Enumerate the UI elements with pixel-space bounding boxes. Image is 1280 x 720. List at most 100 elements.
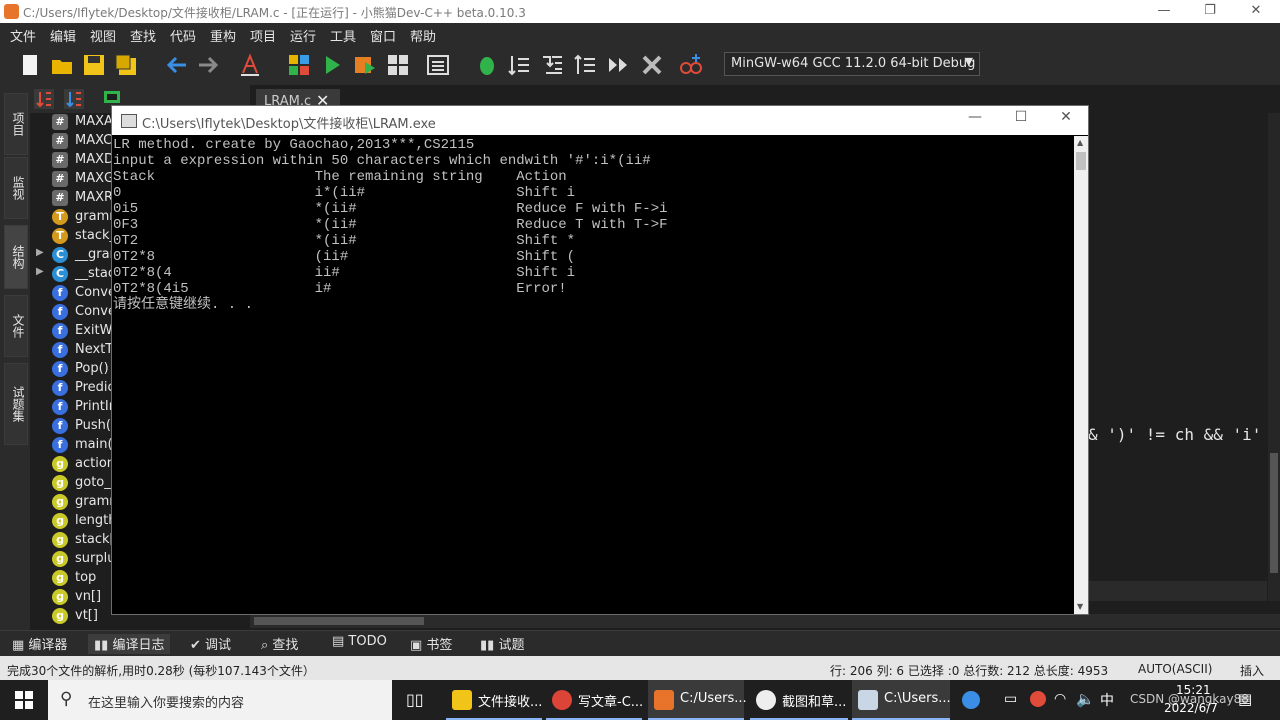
- forward-arrow-icon[interactable]: [197, 53, 221, 77]
- console-scrollbar[interactable]: ▲ ▼: [1074, 136, 1088, 614]
- taskbar-item-devcpp[interactable]: C:/Users...: [648, 680, 747, 720]
- minimize-button[interactable]: —: [1141, 0, 1187, 23]
- wifi-icon[interactable]: ◠: [1054, 691, 1066, 707]
- menu-file[interactable]: 文件: [10, 26, 36, 45]
- editor-vertical-scrollbar[interactable]: [1268, 113, 1280, 601]
- symbol-kind-icon: C: [52, 266, 68, 282]
- tab-structure[interactable]: 结构: [4, 225, 28, 289]
- tab-problem-set[interactable]: 试题集: [4, 363, 28, 445]
- compiler-select[interactable]: MinGW-w64 GCC 11.2.0 64-bit Debug ▼: [724, 52, 980, 76]
- tab-label: 查找: [272, 638, 299, 653]
- no-entry-icon[interactable]: [1030, 691, 1046, 707]
- menu-code[interactable]: 代码: [170, 26, 196, 45]
- tab-bookmarks[interactable]: ▣ 书签: [404, 634, 458, 654]
- step-out-icon[interactable]: [573, 53, 597, 77]
- notification-icon[interactable]: ▤: [1238, 690, 1252, 708]
- back-arrow-icon[interactable]: [164, 53, 188, 77]
- tray-app-icon[interactable]: [962, 691, 980, 709]
- menu-tools[interactable]: 工具: [330, 26, 356, 45]
- bar-chart-icon: ▮▮: [480, 638, 499, 653]
- console-window[interactable]: C:\Users\Iflytek\Desktop\文件接收柜\LRAM.exe …: [111, 105, 1089, 615]
- sort-type-icon[interactable]: [64, 89, 84, 109]
- console-icon: [858, 690, 878, 710]
- grid-icon: ▦: [12, 638, 29, 653]
- tab-files[interactable]: 文件: [4, 295, 28, 357]
- format-text-icon[interactable]: [238, 53, 262, 77]
- list-icon: ▤: [332, 634, 349, 649]
- taskbar-item-label: 截图和草...: [782, 695, 847, 710]
- stop-debug-icon[interactable]: [640, 53, 664, 77]
- compile-run-icon[interactable]: [353, 53, 377, 77]
- symbol-kind-icon: f: [52, 323, 68, 339]
- tab-label: 编译器: [28, 638, 68, 653]
- console-line: Stack The remaining string Action: [113, 169, 567, 185]
- menu-project[interactable]: 项目: [250, 26, 276, 45]
- console-maximize-button[interactable]: ☐: [998, 109, 1044, 131]
- options-window-icon[interactable]: [426, 53, 450, 77]
- tab-watch[interactable]: 监视: [4, 157, 28, 219]
- step-into-icon[interactable]: [540, 53, 564, 77]
- taskbar-item-chrome[interactable]: 写文章-C...: [546, 680, 643, 720]
- debug-bug-icon[interactable]: [475, 53, 499, 77]
- menu-help[interactable]: 帮助: [410, 26, 436, 45]
- windows-start-icon[interactable]: [15, 691, 33, 709]
- symbol-kind-icon: f: [52, 437, 68, 453]
- console-title: C:\Users\Iflytek\Desktop\文件接收柜\LRAM.exe: [142, 117, 436, 132]
- console-minimize-button[interactable]: —: [952, 109, 998, 131]
- console-close-button[interactable]: ✕: [1044, 109, 1088, 131]
- tab-problems[interactable]: ▮▮ 试题: [474, 634, 530, 654]
- chevron-right-icon[interactable]: ▶: [36, 247, 44, 258]
- symbol-kind-icon: C: [52, 247, 68, 263]
- file-encoding[interactable]: AUTO(ASCII): [1138, 662, 1212, 676]
- rebuild-icon[interactable]: [386, 53, 410, 77]
- browser-horizontal-scrollbar[interactable]: [250, 614, 1280, 628]
- volume-icon[interactable]: 🔈: [1076, 690, 1095, 708]
- tab-project[interactable]: 项目: [4, 93, 28, 155]
- clock-time[interactable]: 15:21: [1176, 683, 1211, 697]
- save-icon[interactable]: [82, 53, 106, 77]
- add-watch-icon[interactable]: [679, 53, 703, 77]
- save-all-icon[interactable]: [114, 53, 138, 77]
- tab-todo[interactable]: ▤ TODO: [326, 634, 393, 654]
- step-over-icon[interactable]: [507, 53, 531, 77]
- window-title-bar: C:/Users/Iflytek/Desktop/文件接收柜/LRAM.c - …: [0, 0, 1280, 23]
- console-line: 0i5 *(ii# Reduce F with F->i: [113, 201, 668, 217]
- tab-find[interactable]: ⌕ 查找: [255, 634, 304, 654]
- sort-alpha-icon[interactable]: [34, 89, 54, 109]
- symbol-name: stack_: [75, 228, 117, 243]
- console-line: 请按任意键继续. . .: [113, 297, 254, 313]
- continue-icon[interactable]: [606, 53, 630, 77]
- clock-date[interactable]: 2022/6/7: [1164, 701, 1218, 715]
- task-view-icon[interactable]: ▯▯: [406, 690, 426, 710]
- left-side-tabs: 项目 监视 结构 文件 试题集: [0, 85, 30, 630]
- tab-label: TODO: [348, 634, 387, 649]
- menu-run[interactable]: 运行: [290, 26, 316, 45]
- menu-search[interactable]: 查找: [130, 26, 156, 45]
- symbol-kind-icon: #: [52, 171, 68, 187]
- chevron-right-icon[interactable]: ▶: [36, 266, 44, 277]
- tab-compile-log[interactable]: ▮▮ 编译日志: [88, 634, 171, 654]
- console-line: 0T2*8 (ii# Shift (: [113, 249, 576, 265]
- tab-compiler[interactable]: ▦ 编译器: [6, 634, 73, 654]
- taskbar-item-snip[interactable]: 截图和草...: [750, 680, 848, 720]
- snip-icon: [756, 690, 776, 710]
- new-file-icon[interactable]: [18, 53, 42, 77]
- menu-view[interactable]: 视图: [90, 26, 116, 45]
- tab-debug[interactable]: ✔ 调试: [184, 634, 237, 654]
- taskbar-search-box[interactable]: ⚲ 在这里输入你要搜索的内容: [48, 680, 392, 720]
- maximize-button[interactable]: ❐: [1187, 0, 1233, 23]
- console-output: LR method. create by Gaochao,2013***,CS2…: [112, 136, 1078, 614]
- menu-edit[interactable]: 编辑: [50, 26, 76, 45]
- run-icon[interactable]: [320, 53, 344, 77]
- symbol-kind-icon: f: [52, 304, 68, 320]
- close-button[interactable]: ✕: [1233, 0, 1279, 23]
- open-folder-icon[interactable]: [50, 53, 74, 77]
- taskbar-item-console[interactable]: C:\Users...: [852, 680, 951, 720]
- menu-refactor[interactable]: 重构: [210, 26, 236, 45]
- chevron-down-icon: ▼: [964, 55, 973, 68]
- network-icon[interactable]: ▭: [1004, 691, 1017, 707]
- ime-indicator[interactable]: 中: [1100, 690, 1114, 710]
- compile-icon[interactable]: [287, 53, 311, 77]
- menu-window[interactable]: 窗口: [370, 26, 396, 45]
- taskbar-item-explorer[interactable]: 文件接收...: [446, 680, 542, 720]
